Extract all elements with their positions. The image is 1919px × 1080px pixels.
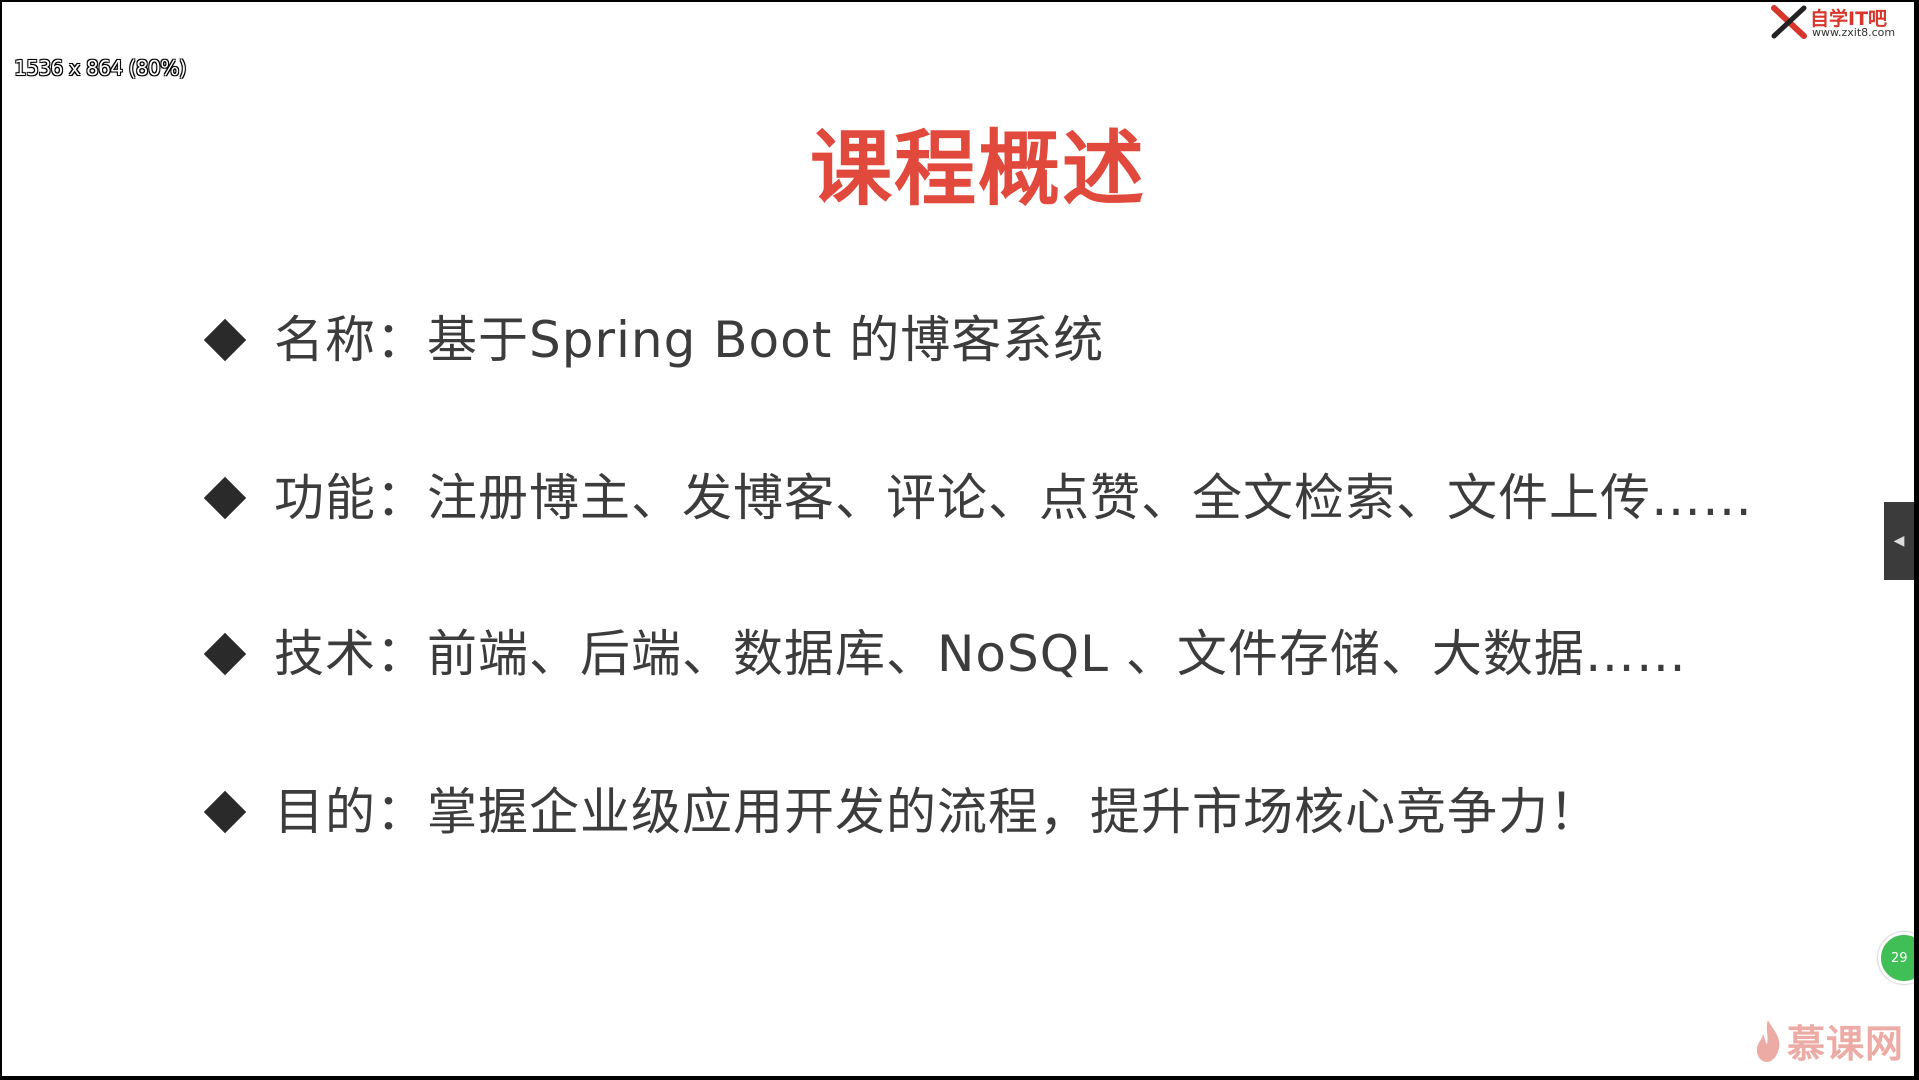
bullet-item-goal: 目的：掌握企业级应用开发的流程，提升市场核心竞争力！ <box>202 774 1600 850</box>
diamond-bullet-icon <box>203 476 247 520</box>
logo-url: www.zxit8.com <box>1812 26 1896 39</box>
floating-badge[interactable]: 29 <box>1878 932 1914 984</box>
side-panel-toggle-button[interactable]: ◀ <box>1884 502 1914 580</box>
bullet-item-tech: 技术：前端、后端、数据库、NoSQL 、文件存储、大数据…… <box>202 616 1687 692</box>
site-logo: 自学IT吧 www.zxit8.com <box>1770 4 1910 40</box>
chevron-left-icon: ◀ <box>1893 533 1905 549</box>
zoom-indicator: 1536 x 864 (80%) <box>14 56 187 80</box>
x-logo-icon <box>1771 5 1807 39</box>
diamond-bullet-icon <box>203 632 247 676</box>
bullet-item-name: 名称：基于Spring Boot 的博客系统 <box>202 302 1104 378</box>
bullet-item-features: 功能：注册博主、发博客、评论、点赞、全文检索、文件上传…… <box>202 460 1753 536</box>
bullet-text: 技术：前端、后端、数据库、NoSQL 、文件存储、大数据…… <box>274 625 1687 683</box>
watermark-text: 慕课网 <box>1786 1022 1904 1066</box>
diamond-bullet-icon <box>203 790 247 834</box>
slide-title: 课程概述 <box>809 122 1146 217</box>
bullet-text: 名称：基于Spring Boot 的博客系统 <box>274 311 1105 369</box>
screen: 1536 x 864 (80%) 自学IT吧 www.zxit8.com 课程概… <box>0 0 1919 1080</box>
watermark: 慕课网 <box>1753 1013 1904 1068</box>
slide: 1536 x 864 (80%) 自学IT吧 www.zxit8.com 课程概… <box>2 2 1914 1076</box>
flame-icon <box>1756 1019 1780 1062</box>
badge-count: 29 <box>1891 950 1908 966</box>
diamond-bullet-icon <box>203 318 247 362</box>
bullet-text: 功能：注册博主、发博客、评论、点赞、全文检索、文件上传…… <box>274 469 1753 527</box>
bullet-text: 目的：掌握企业级应用开发的流程，提升市场核心竞争力！ <box>274 783 1600 841</box>
